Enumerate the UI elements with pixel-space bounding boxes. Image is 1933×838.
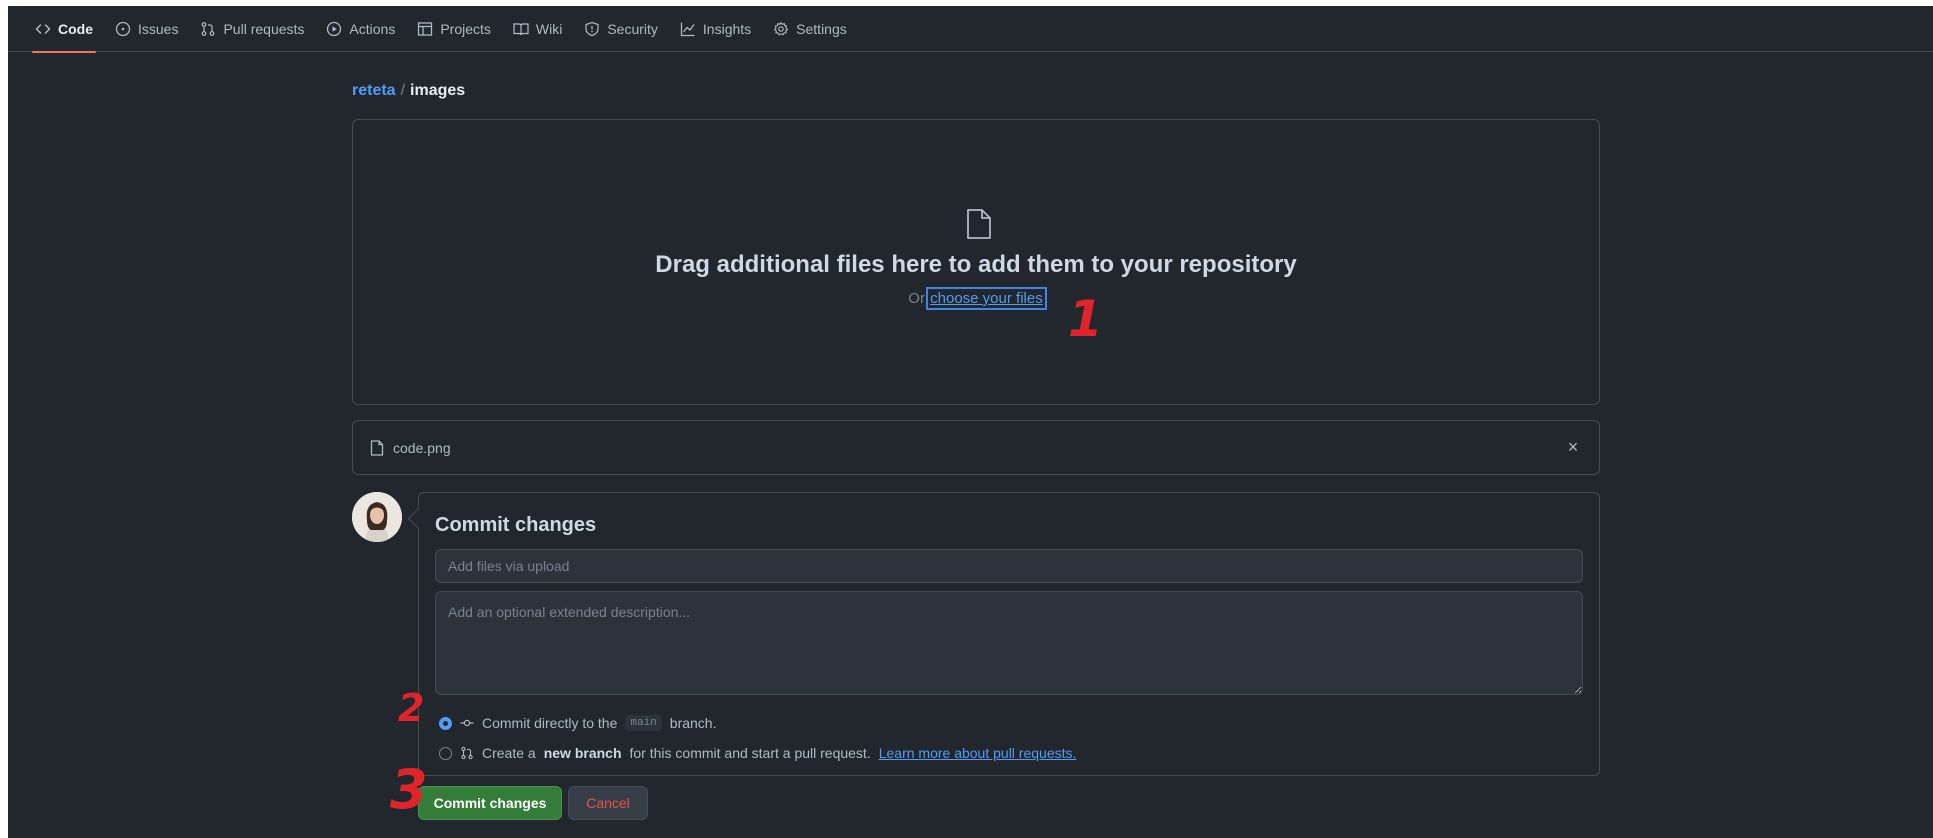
learn-more-pull-requests-link[interactable]: Learn more about pull requests.	[879, 745, 1077, 761]
table-icon	[417, 21, 433, 37]
commit-direct-suffix: branch.	[669, 715, 717, 731]
commit-description-textarea[interactable]	[435, 591, 1583, 695]
tab-pull-requests[interactable]: Pull requests	[189, 6, 315, 52]
tab-code-label: Code	[58, 20, 93, 37]
breadcrumb-folder: images	[410, 82, 466, 99]
shield-icon	[584, 21, 600, 37]
tab-issues[interactable]: Issues	[104, 6, 189, 52]
breadcrumb-separator: /	[400, 82, 406, 99]
drop-zone-title: Drag additional files here to add them t…	[655, 251, 1297, 278]
graph-icon	[680, 21, 696, 37]
code-icon	[35, 21, 51, 37]
pull-request-icon	[200, 21, 216, 37]
tab-settings[interactable]: Settings	[762, 6, 858, 52]
new-branch-text-after: for this commit and start a pull request…	[629, 745, 871, 761]
tab-wiki[interactable]: Wiki	[502, 6, 573, 52]
tab-code[interactable]: Code	[24, 6, 104, 53]
drop-zone-prefix: Or	[908, 290, 925, 307]
breadcrumb: reteta / images	[352, 82, 465, 100]
tab-projects-label: Projects	[440, 20, 491, 37]
commit-direct-radio[interactable]	[439, 716, 452, 730]
step-annotation-1: 1	[1068, 290, 1103, 348]
tab-actions-label: Actions	[349, 20, 396, 37]
drop-zone-subtitle: Or choose your files	[353, 287, 1599, 310]
commit-changes-button[interactable]: Commit changes	[418, 786, 562, 820]
tab-wiki-label: Wiki	[535, 20, 563, 37]
remove-file-icon[interactable]: ×	[1563, 437, 1583, 458]
cancel-button[interactable]: Cancel	[568, 786, 648, 820]
tab-issues-label: Issues	[138, 20, 179, 37]
play-icon	[326, 21, 342, 37]
repo-nav: Code Issues Pull requests Actions Projec…	[8, 6, 1933, 53]
uploaded-file-row: code.png ×	[352, 420, 1600, 475]
file-drop-zone[interactable]: Drag additional files here to add them t…	[352, 119, 1600, 405]
commit-direct-text: Commit directly to the	[482, 715, 618, 731]
step-annotation-2: 2	[398, 686, 425, 730]
book-icon	[513, 21, 529, 37]
avatar	[352, 492, 402, 542]
git-commit-icon	[460, 716, 474, 730]
pull-request-icon	[460, 746, 474, 760]
tab-projects[interactable]: Projects	[406, 6, 502, 52]
commit-direct-option[interactable]: Commit directly to the main branch.	[439, 715, 716, 731]
gear-icon	[773, 21, 789, 37]
commit-panel-title: Commit changes	[435, 514, 597, 536]
tab-security-label: Security	[607, 20, 658, 37]
new-branch-radio[interactable]	[439, 746, 452, 760]
tab-pull-requests-label: Pull requests	[223, 20, 305, 37]
branch-name: main	[625, 715, 662, 731]
tab-security[interactable]: Security	[573, 6, 669, 52]
tab-insights[interactable]: Insights	[669, 6, 762, 52]
choose-files-link[interactable]: choose your files	[926, 287, 1047, 310]
file-icon	[965, 208, 993, 240]
uploaded-file-name: code.png	[393, 439, 451, 456]
commit-summary-input[interactable]	[435, 549, 1583, 583]
tab-insights-label: Insights	[702, 20, 752, 37]
new-branch-text-before: Create a	[482, 745, 536, 761]
breadcrumb-repo-link[interactable]: reteta	[352, 82, 396, 99]
file-icon	[369, 439, 385, 456]
tab-actions[interactable]: Actions	[315, 6, 406, 52]
step-annotation-3: 3	[390, 758, 428, 821]
new-branch-option[interactable]: Create a new branch for this commit and …	[439, 745, 1076, 761]
tab-settings-label: Settings	[796, 20, 847, 37]
issue-icon	[115, 21, 131, 37]
new-branch-text-bold: new branch	[543, 745, 622, 761]
app-window: Code Issues Pull requests Actions Projec…	[8, 6, 1933, 838]
commit-changes-panel: Commit changes Commit directly to the ma…	[418, 492, 1600, 776]
